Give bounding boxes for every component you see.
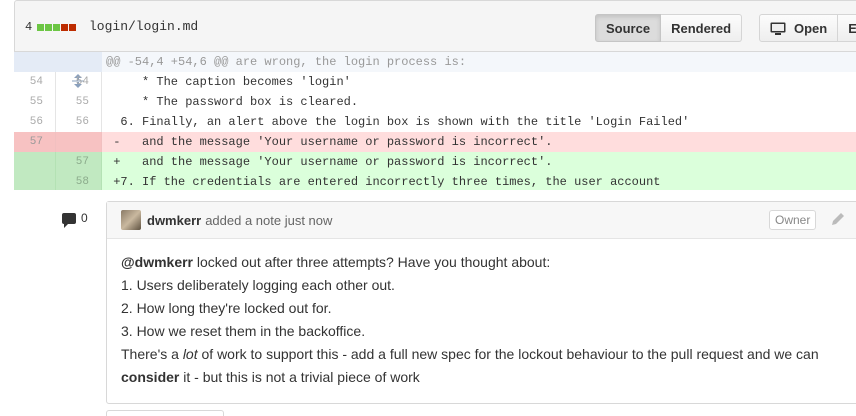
file-actions: Open Edi xyxy=(759,14,856,42)
diffstat-block xyxy=(37,23,45,31)
comment-line-1: @dwmkerr locked out after three attempts… xyxy=(121,251,856,274)
old-line-number[interactable]: 57 xyxy=(14,132,56,152)
paragraph-strong: consider xyxy=(121,369,180,385)
diffstat-block xyxy=(45,23,53,31)
open-label: Open xyxy=(794,20,828,36)
paragraph-text: of work to support this - add a full new… xyxy=(197,346,819,362)
code-line: * The caption becomes 'login' xyxy=(106,75,351,89)
open-button[interactable]: Open xyxy=(759,14,839,42)
diffstat-count: 4 xyxy=(25,20,33,34)
owner-badge: Owner xyxy=(769,210,817,230)
diffstat: 4 xyxy=(25,20,77,34)
comment-area: 0 dwmkerr added a note just now Owner @d… xyxy=(14,190,856,416)
diff-row: 56 56 6. Finally, an alert above the logi… xyxy=(14,112,856,132)
comment-header: dwmkerr added a note just now Owner xyxy=(107,202,856,239)
file-header: 4 login/login.md Source Rendered Open Ed… xyxy=(14,0,856,52)
code-line: * The password box is cleared. xyxy=(106,95,359,109)
paragraph-text: it - but this is not a trivial piece of … xyxy=(179,369,420,385)
diff-row: 55 55 * The password box is cleared. xyxy=(14,92,856,112)
avatar[interactable] xyxy=(121,210,141,230)
list-item: 3. How we reset them in the backoffice. xyxy=(121,323,366,339)
file-path[interactable]: login/login.md xyxy=(89,19,198,34)
paragraph-text: There's a xyxy=(121,346,183,362)
old-line-number[interactable] xyxy=(14,152,56,172)
diff-table: @@ -54,4 +54,6 @@ are wrong, the login p… xyxy=(14,52,856,192)
paragraph-emphasis: lot xyxy=(182,346,198,362)
old-line-number[interactable]: 54 xyxy=(14,72,56,92)
expand-icon[interactable] xyxy=(14,52,102,89)
comment-body: @dwmkerr locked out after three attempts… xyxy=(107,239,856,401)
comment-paragraph: There's a lot of work to support this - … xyxy=(121,343,856,389)
new-line-number[interactable]: 58 xyxy=(56,172,102,192)
code-line: 6. Finally, an alert above the login box… xyxy=(106,115,690,129)
comment-count[interactable]: 0 xyxy=(62,211,88,228)
old-line-number[interactable]: 55 xyxy=(14,92,56,112)
comment-card: dwmkerr added a note just now Owner @dwm… xyxy=(106,201,856,404)
diff-row: 54 54 * The caption becomes 'login' xyxy=(14,72,856,92)
reply-box[interactable] xyxy=(106,410,224,416)
code-line: + and the message 'Your username or pass… xyxy=(106,155,553,169)
diffstat-block xyxy=(61,23,69,31)
diffstat-block xyxy=(69,23,77,31)
mention-link[interactable]: @dwmkerr xyxy=(121,254,193,270)
new-line-number[interactable]: 55 xyxy=(56,92,102,112)
new-line-number[interactable] xyxy=(56,132,102,152)
source-button[interactable]: Source xyxy=(595,14,662,42)
edit-button[interactable]: Edi xyxy=(838,14,856,42)
pencil-icon[interactable] xyxy=(831,212,845,226)
comment-bubble-icon xyxy=(62,212,76,228)
rendered-button[interactable]: Rendered xyxy=(661,14,743,42)
code-line: +7. If the credentials are entered incor… xyxy=(106,175,661,189)
comment-author[interactable]: dwmkerr xyxy=(147,213,201,228)
comment-action: added a note just now xyxy=(205,212,333,228)
diff-row: 57 + and the message 'Your username or p… xyxy=(14,152,856,172)
new-line-number[interactable]: 54 xyxy=(56,72,102,92)
new-line-number[interactable]: 56 xyxy=(56,112,102,132)
new-line-number[interactable]: 57 xyxy=(56,152,102,172)
hunk-row: @@ -54,4 +54,6 @@ are wrong, the login p… xyxy=(14,52,856,89)
view-toggle: Source Rendered xyxy=(595,14,743,42)
list-item: 2. How long they're locked out for. xyxy=(121,300,332,316)
diffstat-block xyxy=(53,23,61,31)
hunk-header: @@ -54,4 +54,6 @@ are wrong, the login p… xyxy=(106,55,467,69)
diff-row: 57 - and the message 'Your username or p… xyxy=(14,132,856,152)
code-line: - and the message 'Your username or pass… xyxy=(106,135,553,149)
monitor-icon xyxy=(770,22,786,35)
diff-row: 58 +7. If the credentials are entered in… xyxy=(14,172,856,192)
old-line-number[interactable] xyxy=(14,172,56,192)
old-line-number[interactable]: 56 xyxy=(14,112,56,132)
list-item: 1. Users deliberately logging each other… xyxy=(121,277,395,293)
comment-line-1-text: locked out after three attempts? Have yo… xyxy=(193,254,551,270)
comment-count-value: 0 xyxy=(81,211,88,225)
